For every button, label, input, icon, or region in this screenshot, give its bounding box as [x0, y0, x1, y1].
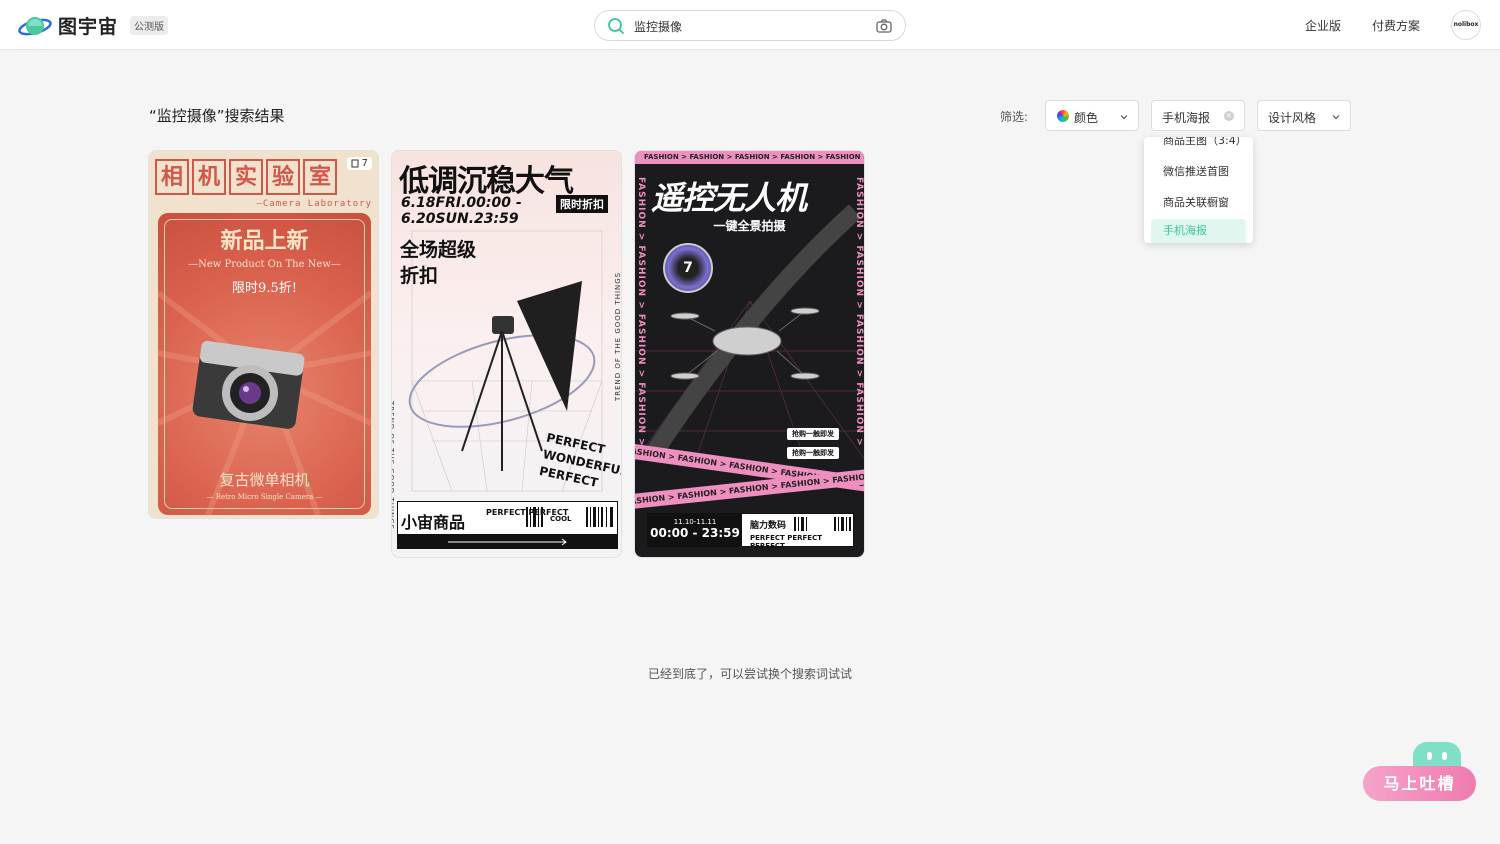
poster-headline: 新品上新: [220, 228, 309, 254]
card-title: 相 机 实 验 室: [155, 159, 337, 195]
nav-enterprise[interactable]: 企业版: [1305, 17, 1341, 34]
dropdown-item-active[interactable]: 手机海报: [1151, 219, 1246, 243]
title-char: 相: [155, 159, 189, 195]
usage-filter[interactable]: 手机海报 ×: [1151, 100, 1245, 131]
color-wheel-icon: [1057, 110, 1069, 122]
brand-name: 小宙商品: [401, 513, 466, 532]
dropdown-item[interactable]: 商品关联橱窗: [1144, 191, 1253, 215]
page-count-badge: 7: [346, 157, 372, 170]
big-text-line: 折扣: [400, 265, 439, 287]
page-count: 7: [361, 158, 368, 169]
result-card-camera[interactable]: 相 机 实 验 室 7 —Camera Laboratory 新品上新 —New…: [148, 150, 379, 519]
style-filter[interactable]: 设计风格: [1257, 100, 1351, 131]
pages-icon: [351, 159, 359, 168]
card-big-text: 全场超级 折扣: [400, 237, 476, 289]
chevron-down-icon: [1331, 111, 1341, 125]
beta-badge: 公测版: [130, 16, 169, 35]
results-title: “监控摄像”搜索结果: [149, 107, 285, 125]
title-char: 验: [266, 159, 300, 195]
filter-label: 筛选:: [1000, 110, 1029, 124]
side-text: TREND OF THE GOOD THINGS: [391, 401, 395, 531]
card-subtitle: —Camera Laboratory: [256, 199, 372, 209]
dropdown-item[interactable]: 微信推送首图: [1144, 160, 1253, 184]
search-icon[interactable]: [607, 17, 625, 39]
title-char: 实: [229, 159, 263, 195]
card-subtitle: 一键全景拍摄: [713, 219, 786, 233]
cool-label: COOL: [550, 515, 572, 523]
poster-product-name: 复古微单相机: [219, 471, 310, 489]
perfect-label: PERFECT PERFECT PERFECT: [750, 534, 822, 550]
poster-discount: 限时9.5折!: [232, 281, 297, 296]
mascot-eye: [1427, 752, 1432, 760]
camera-icon[interactable]: [875, 17, 893, 39]
avatar[interactable]: nolibox: [1451, 10, 1481, 40]
planet-logo-icon: [18, 13, 52, 39]
clear-icon[interactable]: ×: [1224, 111, 1234, 121]
result-card-studio[interactable]: 低调沉稳大气 6.18FRI.00:00 - 6.20SUN.23:59 限时折…: [391, 150, 622, 558]
title-char: 室: [303, 159, 337, 195]
title-char: 机: [192, 159, 226, 195]
feedback-button[interactable]: 马上吐槽: [1363, 766, 1476, 801]
usage-dropdown: 商品主图（3:4） 微信推送首图 商品关联橱窗 手机海报: [1144, 137, 1253, 243]
promo-pill: 抢购一触即发: [787, 428, 839, 440]
feedback-widget[interactable]: 马上吐槽: [1363, 740, 1477, 802]
card-title: 低调沉稳大气: [399, 164, 574, 199]
brand-name: 脑力数码: [750, 521, 787, 531]
poster-english: —New Product On The New—: [188, 259, 341, 270]
card-title: 遥控无人机: [651, 179, 807, 217]
card-footer: 11.10-11.11 00:00 - 23:59 脑力数码 PERFECT P…: [647, 513, 854, 550]
big-text-line: 全场超级: [400, 239, 477, 261]
color-filter[interactable]: 颜色: [1045, 100, 1139, 131]
search-input[interactable]: 监控摄像: [634, 18, 682, 35]
card-tag: 限时折扣: [556, 195, 608, 213]
chevron-down-icon: [1119, 111, 1129, 125]
usage-filter-label: 手机海报: [1162, 111, 1211, 125]
search-bar[interactable]: 监控摄像: [594, 10, 906, 41]
round-badge: 7: [663, 243, 713, 293]
logo-text: 图宇宙: [58, 16, 119, 38]
arrow-bar: [398, 534, 617, 548]
nav-pricing[interactable]: 付费方案: [1372, 17, 1420, 34]
time-range: 00:00 - 23:59: [650, 526, 740, 540]
card-footer: 小宙商品 PERFECT PERFECT COOL: [397, 501, 618, 549]
end-of-results-text: 已经到底了，可以尝试换个搜索词试试: [647, 667, 852, 681]
date-range: 11.10-11.11: [673, 518, 717, 526]
poster-panel: 新品上新 —New Product On The New— 限时9.5折! 复古…: [158, 213, 371, 515]
barcode-icon: [794, 517, 851, 531]
time-block: 11.10-11.11 00:00 - 23:59: [648, 514, 742, 546]
result-card-drone[interactable]: FASHION > FASHION > FASHION > FASHION > …: [634, 150, 865, 558]
dropdown-item[interactable]: 商品主图（3:4）: [1144, 137, 1253, 153]
top-header: 图宇宙 公测版 监控摄像 企业版 付费方案 nolibox: [0, 0, 1500, 50]
style-filter-label: 设计风格: [1268, 111, 1317, 125]
camera-illustration: [192, 340, 305, 429]
poster-product-en: — Retro Micro Single Camera —: [206, 493, 323, 501]
color-filter-label: 颜色: [1074, 111, 1099, 125]
side-text: TREND OF THE GOOD THINGS: [614, 271, 622, 401]
promo-pill: 抢购一触即发: [787, 447, 839, 459]
fashion-top-bar: FASHION > FASHION > FASHION > FASHION > …: [635, 151, 864, 164]
logo[interactable]: 图宇宙 公测版: [18, 12, 169, 39]
mascot-eye: [1442, 752, 1447, 760]
